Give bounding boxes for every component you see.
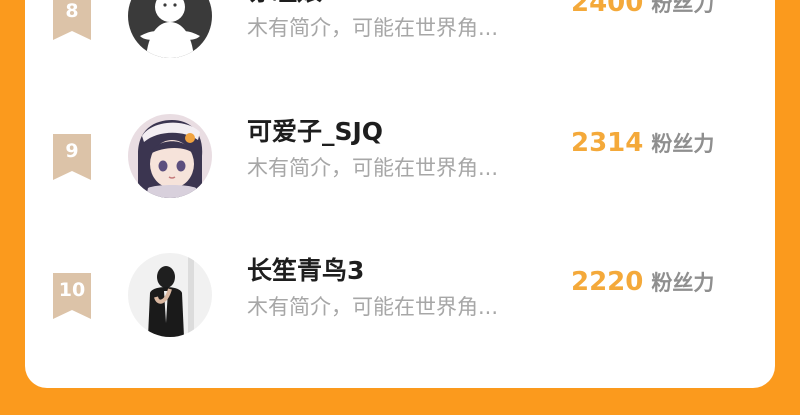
user-avatar[interactable]: [128, 114, 212, 198]
ranking-panel: 8 赤瞳娘 木有简介，可能在世界角... 2400 粉丝力 9: [25, 0, 775, 388]
rank-number: 10: [58, 279, 86, 301]
fans-count: 2400: [571, 0, 644, 18]
fans-power: 2314 粉丝力: [571, 128, 714, 158]
user-avatar[interactable]: [128, 0, 212, 58]
user-name[interactable]: 赤瞳娘: [247, 0, 322, 8]
fans-count: 2314: [571, 128, 644, 158]
user-bio: 木有简介，可能在世界角...: [247, 16, 499, 40]
rank-badge: 8: [53, 0, 91, 40]
anime-girl-avatar-icon: [128, 114, 212, 198]
user-bio: 木有简介，可能在世界角...: [247, 156, 499, 180]
rank-number: 8: [65, 0, 79, 22]
fans-label: 粉丝力: [651, 132, 715, 156]
rank-number: 9: [65, 140, 79, 162]
ranking-row[interactable]: 9 可爱子_SJQ 木有简介，可能在世界角... 2314 粉丝力: [25, 104, 775, 224]
fans-power: 2400 粉丝力: [571, 0, 714, 18]
fans-label: 粉丝力: [651, 271, 715, 295]
default-ghost-avatar-icon: [128, 0, 212, 58]
rank-badge: 10: [53, 273, 91, 319]
ranking-row[interactable]: 10 长笙青鸟3 木有简介，可能在世界角... 2220 粉丝力: [25, 243, 775, 363]
user-name[interactable]: 长笙青鸟3: [247, 251, 364, 287]
rank-badge: 9: [53, 134, 91, 180]
user-name[interactable]: 可爱子_SJQ: [247, 112, 383, 148]
fans-power: 2220 粉丝力: [571, 267, 714, 297]
user-avatar[interactable]: [128, 253, 212, 337]
ranking-row[interactable]: 8 赤瞳娘 木有简介，可能在世界角... 2400 粉丝力: [25, 0, 775, 84]
user-bio: 木有简介，可能在世界角...: [247, 295, 499, 319]
fans-label: 粉丝力: [651, 0, 715, 16]
man-in-suit-avatar-icon: [128, 253, 212, 337]
fans-count: 2220: [571, 267, 644, 297]
